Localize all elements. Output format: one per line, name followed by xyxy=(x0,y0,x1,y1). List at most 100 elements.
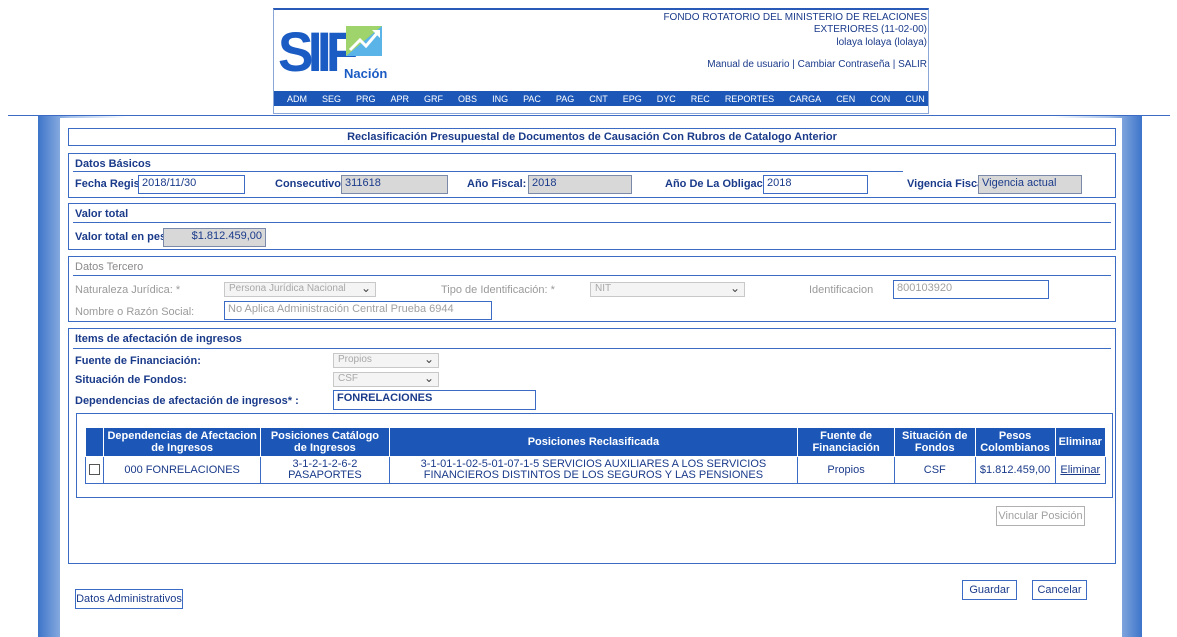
menu-item-dyc[interactable]: DYC xyxy=(650,94,684,104)
valor-total-title: Valor total xyxy=(75,208,129,220)
anio-fiscal-field: 2018 xyxy=(528,175,632,194)
table-header-select xyxy=(85,427,104,457)
menu-item-ing[interactable]: ING xyxy=(485,94,516,104)
row-fuente: Propios xyxy=(797,456,895,484)
menu-item-cen[interactable]: CEN xyxy=(829,94,863,104)
logo-text: SIIF xyxy=(277,20,358,83)
menu-item-pac[interactable]: PAC xyxy=(516,94,549,104)
table-header-situacion: Situación de Fondos xyxy=(893,427,976,457)
menu-item-cnt[interactable]: CNT xyxy=(582,94,616,104)
naturaleza-juridica-label: Naturaleza Jurídica: * xyxy=(75,284,181,296)
tipo-identificacion-label: Tipo de Identificación: * xyxy=(441,284,555,296)
datos-tercero-section: Datos Tercero Naturaleza Jurídica: * Per… xyxy=(68,256,1116,322)
logo-subtitle: Nación xyxy=(344,66,388,81)
siif-logo: SIIF Nación xyxy=(276,20,388,86)
org-info: FONDO ROTATORIO DEL MINISTERIO DE RELACI… xyxy=(567,12,927,71)
link-separator: | xyxy=(889,59,899,70)
row-reclasificada: 3-1-01-1-02-5-01-07-1-5 SERVICIOS AUXILI… xyxy=(388,456,799,484)
row-dependencia: 000 FONRELACIONES xyxy=(102,456,262,484)
tipo-identificacion-value: NIT xyxy=(595,283,612,294)
vigencia-fiscal-field: Vigencia actual xyxy=(978,175,1082,194)
situacion-fondos-value: CSF xyxy=(338,373,358,384)
situacion-fondos-label: Situación de Fondos: xyxy=(75,374,187,386)
datos-administrativos-button[interactable]: Datos Administrativos xyxy=(75,589,183,609)
fuente-financiacion-value: Propios xyxy=(338,354,372,365)
fuente-financiacion-label: Fuente de Financiación: xyxy=(75,355,201,367)
row-checkbox[interactable] xyxy=(89,464,100,476)
dependencias-afectacion-field[interactable]: FONRELACIONES xyxy=(333,390,536,410)
menu-item-pag[interactable]: PAG xyxy=(549,94,582,104)
identificacion-label: Identificacion xyxy=(809,284,874,296)
guardar-button[interactable]: Guardar xyxy=(962,580,1017,600)
table-header-posiciones-catalogo: Posiciones Catálogo de Ingresos xyxy=(260,427,390,457)
valor-total-field: $1.812.459,00 xyxy=(163,228,266,247)
menu-item-reportes[interactable]: REPORTES xyxy=(718,94,782,104)
datos-basicos-title: Datos Básicos xyxy=(75,158,151,170)
anio-fiscal-label: Año Fiscal: xyxy=(467,178,527,190)
consecutivo-label: Consecutivo: xyxy=(275,178,345,190)
datos-tercero-title: Datos Tercero xyxy=(75,261,144,273)
chevron-down-icon: ⌄ xyxy=(360,281,371,295)
table-header-fuente: Fuente de Financiación xyxy=(797,427,895,457)
table-header-eliminar: Eliminar xyxy=(1054,427,1107,457)
page: SIIF Nación FONDO ROTATORIO DEL MINISTER… xyxy=(0,0,1177,637)
menu-item-carga[interactable]: CARGA xyxy=(782,94,829,104)
nombre-razon-social-label: Nombre o Razón Social: xyxy=(75,306,195,318)
form-title: Reclasificación Presupuestal de Document… xyxy=(68,128,1116,146)
menu-item-obs[interactable]: OBS xyxy=(451,94,485,104)
nombre-razon-social-field: No Aplica Administración Central Prueba … xyxy=(224,301,492,320)
menu-item-apr[interactable]: APR xyxy=(384,94,418,104)
vincular-posicion-button[interactable]: Vincular Posición xyxy=(996,506,1085,526)
org-name-line1: FONDO ROTATORIO DEL MINISTERIO DE RELACI… xyxy=(663,12,927,23)
datos-basicos-section: Datos Básicos Fecha Registro: 2018/11/30… xyxy=(68,153,1116,198)
items-table-container: Dependencias de Afectacion de Ingresos P… xyxy=(76,413,1113,498)
naturaleza-juridica-value: Persona Jurídica Nacional xyxy=(229,283,346,294)
items-table: Dependencias de Afectacion de Ingresos P… xyxy=(85,427,1107,484)
section-divider xyxy=(73,171,903,172)
section-divider xyxy=(73,348,1111,349)
manual-link[interactable]: Manual de usuario xyxy=(707,59,789,70)
chevron-down-icon: ⌄ xyxy=(423,371,434,385)
user-name: lolaya lolaya (lolaya) xyxy=(836,37,927,48)
table-row: 000 FONRELACIONES 3-1-2-1-2-6-2 PASAPORT… xyxy=(85,456,1107,484)
row-checkbox-cell xyxy=(85,456,104,484)
menu-item-con[interactable]: CON xyxy=(863,94,898,104)
dependencias-afectacion-label: Dependencias de afectación de ingresos* … xyxy=(75,395,299,407)
chevron-down-icon: ⌄ xyxy=(729,281,740,295)
table-header-dependencias: Dependencias de Afectacion de Ingresos xyxy=(102,427,262,457)
chevron-down-icon: ⌄ xyxy=(423,352,434,366)
menu-item-cun[interactable]: CUN xyxy=(898,94,933,104)
org-name-line2: EXTERIORES (11-02-00) xyxy=(813,24,927,35)
situacion-fondos-select: CSF ⌄ xyxy=(333,371,439,387)
main-menu: ADM SEG PRG APR GRF OBS ING PAC PAG CNT … xyxy=(274,91,928,106)
cancelar-button[interactable]: Cancelar xyxy=(1032,580,1087,600)
menu-item-grf[interactable]: GRF xyxy=(417,94,451,104)
eliminar-link[interactable]: Eliminar xyxy=(1060,464,1100,476)
exit-link[interactable]: SALIR xyxy=(898,59,927,70)
menu-item-epg[interactable]: EPG xyxy=(616,94,650,104)
tipo-identificacion-select: NIT ⌄ xyxy=(590,281,745,297)
anio-obligacion-field[interactable]: 2018 xyxy=(763,175,868,194)
identificacion-field: 800103920 xyxy=(893,280,1049,299)
row-eliminar-cell: Eliminar xyxy=(1054,456,1107,484)
row-pesos: $1.812.459,00 xyxy=(974,456,1056,484)
row-situacion: CSF xyxy=(893,456,976,484)
section-divider xyxy=(73,222,1111,223)
logo-arrow-icon xyxy=(346,26,382,56)
link-separator: | xyxy=(789,59,798,70)
fecha-registro-field[interactable]: 2018/11/30 xyxy=(138,175,245,194)
row-posicion: 3-1-2-1-2-6-2 PASAPORTES xyxy=(260,456,390,484)
naturaleza-juridica-select: Persona Jurídica Nacional ⌄ xyxy=(224,281,376,297)
consecutivo-field: 311618 xyxy=(341,175,448,194)
table-header-posiciones-reclasificada: Posiciones Reclasificada xyxy=(388,427,799,457)
table-header-pesos: Pesos Colombianos xyxy=(974,427,1056,457)
items-afectacion-title: Items de afectación de ingresos xyxy=(75,333,242,345)
section-divider xyxy=(73,275,1111,276)
header-links: Manual de usuario | Cambiar Contraseña |… xyxy=(567,59,927,71)
menu-item-adm[interactable]: ADM xyxy=(280,94,315,104)
change-password-link[interactable]: Cambiar Contraseña xyxy=(798,59,890,70)
menu-item-rec[interactable]: REC xyxy=(684,94,718,104)
menu-item-seg[interactable]: SEG xyxy=(315,94,349,104)
fuente-financiacion-select: Propios ⌄ xyxy=(333,352,439,368)
menu-item-prg[interactable]: PRG xyxy=(349,94,384,104)
